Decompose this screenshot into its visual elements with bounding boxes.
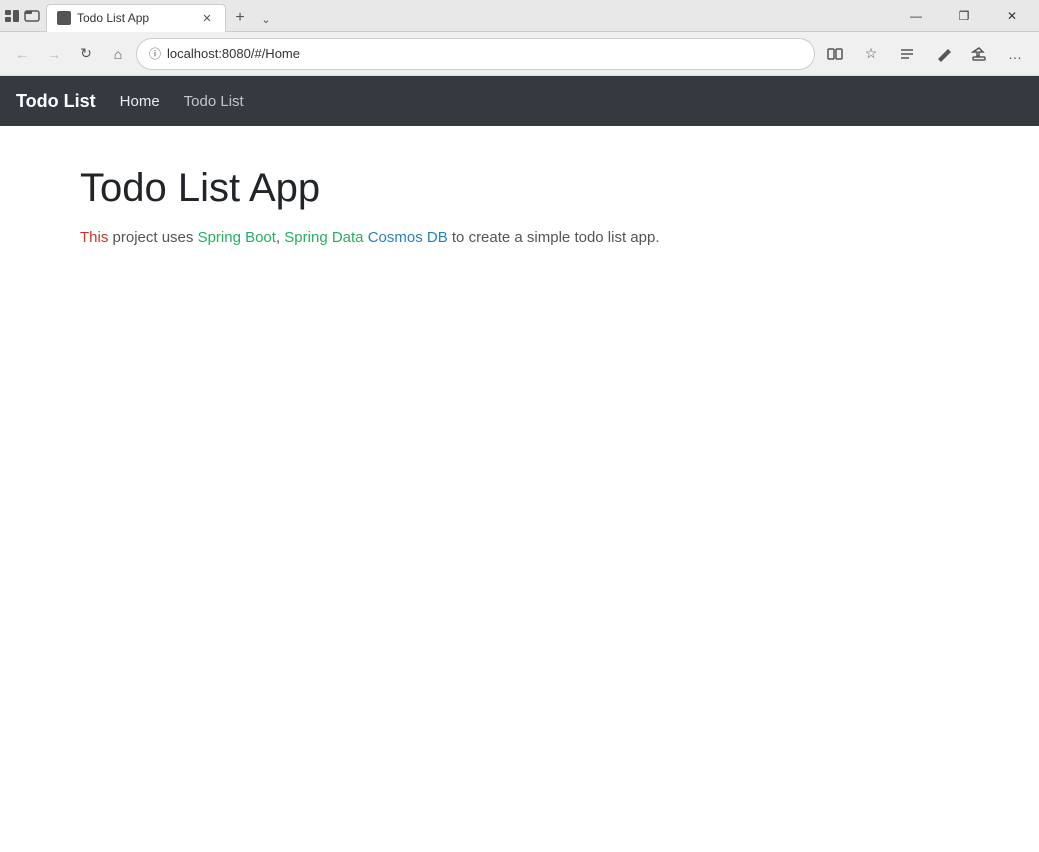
new-tab-button[interactable]: + bbox=[226, 4, 254, 32]
active-tab[interactable]: Todo List App ✕ bbox=[46, 4, 226, 32]
page-title: Todo List App bbox=[80, 166, 959, 211]
tab-list-button[interactable]: ⌄ bbox=[254, 8, 278, 32]
subtitle-project: project uses bbox=[108, 229, 197, 246]
tab-close-button[interactable]: ✕ bbox=[199, 10, 215, 26]
window-controls: — ❐ ✕ bbox=[893, 0, 1035, 32]
tab-title-text: Todo List App bbox=[77, 11, 149, 25]
subtitle-spring-data: Spring Data bbox=[284, 229, 367, 246]
more-button[interactable]: … bbox=[999, 38, 1031, 70]
subtitle-this: This bbox=[80, 229, 108, 246]
subtitle-cosmos: Cosmos DB bbox=[368, 229, 448, 246]
tab-icon bbox=[24, 8, 40, 24]
maximize-button[interactable]: ❐ bbox=[941, 0, 987, 32]
minimize-button[interactable]: — bbox=[893, 0, 939, 32]
navbar-link-todolist[interactable]: Todo List bbox=[184, 93, 244, 110]
toolbar-icons: ☆ … bbox=[819, 38, 1031, 70]
reading-view-button[interactable] bbox=[819, 38, 851, 70]
refresh-button[interactable]: ↻ bbox=[72, 40, 100, 68]
tab-strip: Todo List App ✕ + ⌄ bbox=[46, 0, 891, 32]
share-button[interactable] bbox=[963, 38, 995, 70]
navbar-link-home[interactable]: Home bbox=[120, 93, 160, 110]
close-button[interactable]: ✕ bbox=[989, 0, 1035, 32]
navbar-brand[interactable]: Todo List bbox=[16, 91, 96, 112]
favorites-button[interactable]: ☆ bbox=[855, 38, 887, 70]
subtitle-rest: to create a simple todo list app. bbox=[448, 229, 660, 246]
back-button[interactable]: ← bbox=[8, 40, 36, 68]
page-content: Todo List Home Todo List Todo List App T… bbox=[0, 76, 1039, 852]
lock-icon: ⓘ bbox=[149, 45, 161, 62]
subtitle-spring-boot: Spring Boot bbox=[198, 229, 276, 246]
title-bar-left bbox=[4, 8, 40, 24]
tab-favicon bbox=[57, 11, 71, 25]
note-button[interactable] bbox=[927, 38, 959, 70]
address-input[interactable]: ⓘ localhost:8080/#/Home bbox=[136, 38, 815, 70]
main-content: Todo List App This project uses Spring B… bbox=[0, 126, 1039, 852]
browser-icon bbox=[4, 8, 20, 24]
url-text: localhost:8080/#/Home bbox=[167, 46, 802, 61]
home-button[interactable]: ⌂ bbox=[104, 40, 132, 68]
title-bar: Todo List App ✕ + ⌄ — ❐ ✕ bbox=[0, 0, 1039, 32]
page-subtitle: This project uses Spring Boot, Spring Da… bbox=[80, 227, 959, 250]
forward-button[interactable]: → bbox=[40, 40, 68, 68]
hub-button[interactable] bbox=[891, 38, 923, 70]
browser-window: Todo List App ✕ + ⌄ — ❐ ✕ ← → ↻ ⌂ ⓘ loca… bbox=[0, 0, 1039, 852]
address-bar: ← → ↻ ⌂ ⓘ localhost:8080/#/Home ☆ bbox=[0, 32, 1039, 76]
app-navbar: Todo List Home Todo List bbox=[0, 76, 1039, 126]
